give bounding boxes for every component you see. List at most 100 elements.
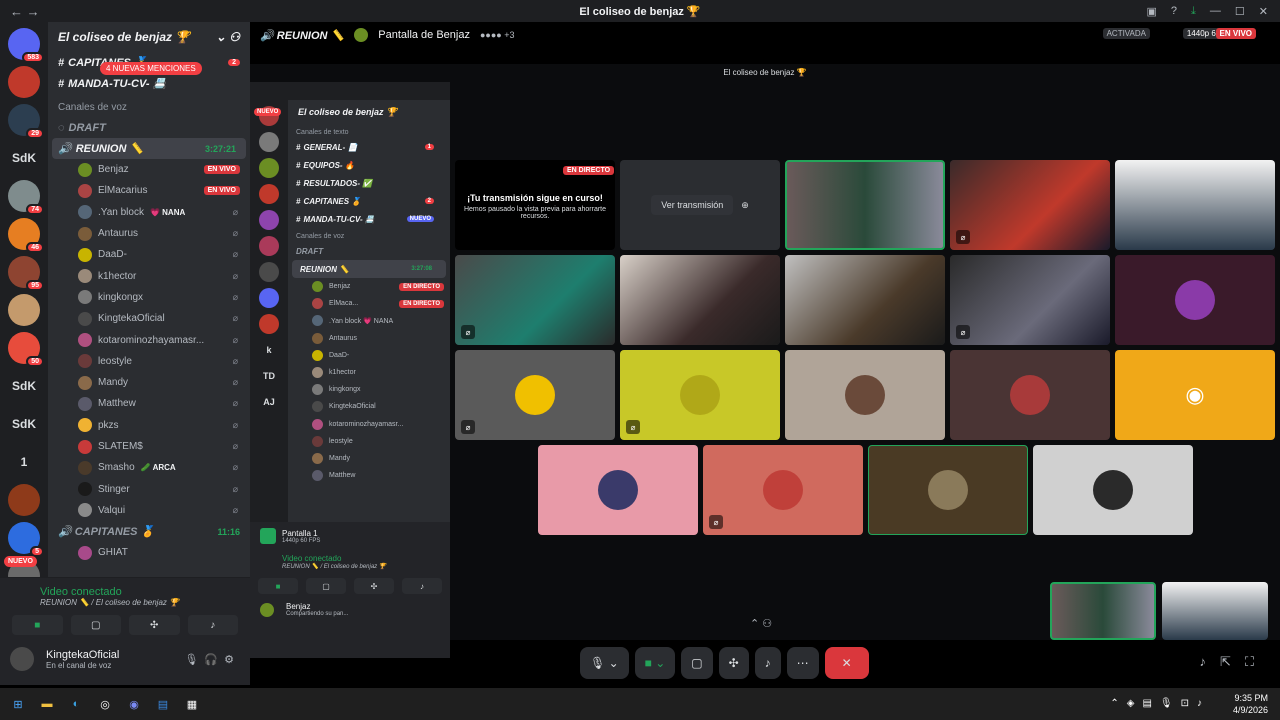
server-icon[interactable]: SdK (8, 370, 40, 402)
avatar (78, 418, 92, 433)
chrome-icon[interactable]: ◎ (94, 693, 116, 715)
expand-participants-icon[interactable]: ⌃ ⚇ (750, 617, 772, 630)
server-header[interactable]: El coliseo de benjaz 🏆 ⌄ ⚇ (48, 22, 250, 52)
avatar-tile[interactable] (950, 350, 1110, 440)
popout-icon[interactable]: ⊕ (741, 200, 749, 211)
muted-icon: ⌀ (461, 325, 475, 339)
nested-voice-user: Antaurus (288, 330, 450, 347)
server-icon[interactable]: 29 (8, 104, 44, 139)
more-button[interactable]: ⋯ (786, 647, 819, 679)
system-tray[interactable]: 9:35 PM 4/9/2026 (1233, 692, 1268, 716)
voice-user[interactable]: kotarominozhayamasr... ⌀ (48, 329, 250, 350)
add-friend-icon[interactable]: ⌄ ⚇ (216, 30, 240, 44)
voice-user[interactable]: Mandy ⌀ (48, 372, 250, 393)
tray-icons[interactable]: ⌃◈▤🎙⊡♪ (1110, 698, 1210, 709)
video-tile[interactable]: ⌀ (950, 160, 1110, 250)
voice-channel-1[interactable]: 🔊 REUNION 📏 3:27:21 (52, 138, 246, 159)
voice-user[interactable]: KingtekaOficial ⌀ (48, 308, 250, 329)
stop-stream-button[interactable]: ✕ (824, 647, 869, 679)
minimize-icon[interactable]: — (1210, 5, 1221, 17)
server-icon[interactable] (8, 66, 40, 98)
server-icon[interactable]: 74 (8, 180, 44, 215)
screen-share-button[interactable]: ▢ (681, 647, 713, 679)
voice-user[interactable]: kingkongx ⌀ (48, 287, 250, 308)
avatar-tile[interactable]: ⌀ (620, 350, 780, 440)
activities-button[interactable]: ✣ (718, 647, 749, 679)
voice-user[interactable]: Valqui ⌀ (48, 500, 250, 521)
server-icon[interactable] (8, 484, 40, 516)
voice-user[interactable]: Smasho 🥒 ARCA ⌀ (48, 457, 250, 478)
voice-user[interactable]: pkzs ⌀ (48, 415, 250, 436)
server-name[interactable]: El coliseo de benjaz 🏆 (58, 30, 190, 44)
mentions-pill[interactable]: 4 NUEVAS MENCIONES (100, 62, 202, 75)
camera-button[interactable]: ■ ⌄ (634, 647, 676, 679)
pip-tile[interactable] (1162, 582, 1268, 640)
voice-user[interactable]: k1hector ⌀ (48, 265, 250, 286)
close-icon[interactable]: ✕ (1259, 5, 1268, 18)
voice-user[interactable]: Benjaz EN VIVO (48, 159, 250, 180)
server-icon[interactable]: 95 (8, 256, 44, 291)
video-tile[interactable] (620, 255, 780, 345)
channel-capitanes-voice[interactable]: 🔊 CAPITANES 🏅 11:16 (48, 521, 250, 542)
maximize-icon[interactable]: ☐ (1235, 5, 1245, 18)
video-tile[interactable] (785, 255, 945, 345)
view-stream-button[interactable]: Ver transmisión (651, 195, 734, 215)
video-tile[interactable]: ⌀ (950, 255, 1110, 345)
new-pill[interactable]: NUEVO (4, 556, 37, 567)
server-icon[interactable]: SdK (8, 408, 40, 440)
avatar-tile[interactable] (1115, 255, 1275, 345)
voice-user[interactable]: SLATEM$ ⌀ (48, 436, 250, 457)
voice-user[interactable]: ElMacarius EN VIVO (48, 180, 250, 201)
voice-user[interactable]: GHIAT (48, 542, 250, 563)
voice-user[interactable]: .Yan block 💗 NANA ⌀ (48, 202, 250, 223)
inbox-icon[interactable]: ▣ (1147, 5, 1157, 18)
avatar-tile[interactable] (785, 350, 945, 440)
avatar[interactable] (10, 647, 34, 671)
server-icon[interactable]: SdK (8, 142, 40, 174)
start-icon[interactable]: ⊞ (7, 693, 29, 715)
avatar-tile[interactable]: ⌀ (455, 350, 615, 440)
screen-share-button[interactable]: ▢ (70, 615, 121, 635)
avatar-tile[interactable]: ◉ (1115, 350, 1275, 440)
avatar-tile[interactable]: ⌀ (703, 445, 863, 535)
server-icon[interactable]: 46 (8, 218, 44, 253)
avatar-tile[interactable] (868, 445, 1028, 535)
voice-location[interactable]: REUNION 📏 / El coliseo de benjaz 🏆 (0, 598, 250, 607)
notepad-icon[interactable]: ▤ (152, 693, 174, 715)
video-tile[interactable] (785, 160, 945, 250)
voice-user[interactable]: DaaD- ⌀ (48, 244, 250, 265)
video-tile[interactable] (1115, 160, 1275, 250)
mic-button[interactable]: 🎙 ⌄ (580, 647, 629, 679)
server-icon[interactable] (8, 294, 40, 326)
view-stream-tile[interactable]: Ver transmisión ⊕ (620, 160, 780, 250)
camera-button[interactable]: ■ (12, 615, 63, 635)
soundboard-button[interactable]: ♪ (754, 647, 781, 679)
avatar-tile[interactable] (1033, 445, 1193, 535)
viewer-avatars[interactable]: ●●●● +3 (480, 30, 515, 40)
voice-channel-0[interactable]: ◌ DRAFT (48, 117, 250, 138)
activities-button[interactable]: ✣ (129, 615, 180, 635)
download-icon[interactable]: ⤓ (1191, 5, 1196, 18)
voice-user[interactable]: leostyle ⌀ (48, 351, 250, 372)
stream-view[interactable]: El coliseo de benjaz 🏆 k TD AJ NUEVO El col… (250, 64, 1280, 658)
edge-icon[interactable]: ◐ (65, 693, 87, 715)
discord-icon[interactable]: ◉ (123, 693, 145, 715)
server-icon[interactable]: 583 (8, 28, 44, 63)
avatar-tile[interactable] (538, 445, 698, 535)
calculator-icon[interactable]: ▦ (181, 693, 203, 715)
self-view-tile[interactable] (1050, 582, 1156, 640)
voice-category[interactable]: Canales de voz (48, 94, 250, 117)
server-icon[interactable]: 1 (8, 446, 40, 478)
voice-user[interactable]: Stinger ⌀ (48, 478, 250, 499)
voice-user[interactable]: Antaurus ⌀ (48, 223, 250, 244)
file-explorer-icon[interactable]: ▬ (36, 693, 58, 715)
help-icon[interactable]: ? (1171, 5, 1177, 17)
mic-headset-settings-icon[interactable]: 🎙🎧⚙ (184, 653, 240, 666)
voice-user[interactable]: Matthew ⌀ (48, 393, 250, 414)
server-icon[interactable]: 5 (8, 522, 44, 557)
volume-popout-fullscreen-icons[interactable]: ♪⇱⛶ (1200, 654, 1269, 670)
video-tile[interactable]: ⌀ (455, 255, 615, 345)
channel-1[interactable]: # MANDA-TU-CV- 📇 (48, 73, 250, 94)
soundboard-button[interactable]: ♪ (187, 615, 238, 635)
server-icon[interactable]: 50 (8, 332, 44, 367)
